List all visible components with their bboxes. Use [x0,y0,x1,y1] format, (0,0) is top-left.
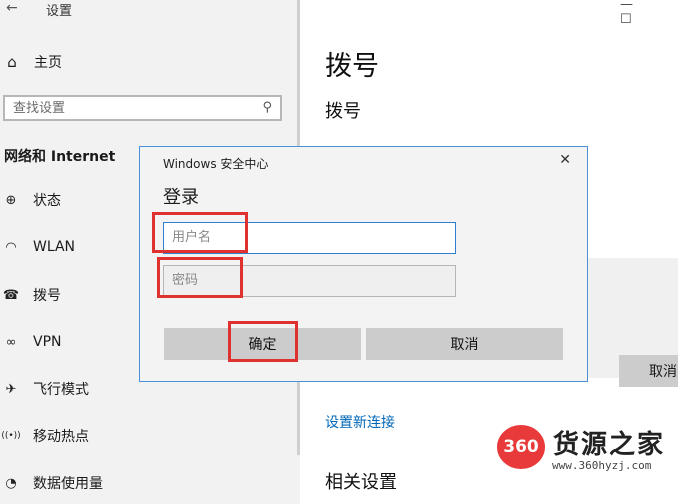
globe-icon: ⊕ [5,192,17,208]
watermark-logo: 360 [497,425,545,469]
section-heading: 拨号 [325,101,361,122]
sidebar-item-label: 主页 [34,55,62,71]
sidebar-item-label: 飞行模式 [33,382,89,398]
dialup-icon: ☎ [2,287,20,303]
search-box[interactable]: ⚲ [3,95,282,121]
new-connection-link[interactable]: 设置新连接 [325,412,395,432]
home-icon: ⌂ [7,53,17,71]
data-usage-icon: ◔ [5,475,17,491]
username-input[interactable] [164,223,442,251]
password-field[interactable] [163,265,456,297]
dialog-cancel-button[interactable]: 取消 [366,328,563,360]
back-arrow-icon[interactable]: ← [6,0,18,16]
security-dialog: Windows 安全中心 ✕ 登录 确定 取消 [139,146,588,382]
sidebar-item-label: 数据使用量 [33,476,103,492]
sidebar-item-label: 拨号 [33,288,61,304]
sidebar-item-label: 状态 [33,193,61,209]
related-settings-heading: 相关设置 [325,472,397,493]
window-title: 设置 [46,4,73,19]
sidebar-item-home[interactable]: ⌂ 主页 [0,48,290,76]
maximize-icon[interactable]: ☐ [620,12,632,27]
username-field[interactable] [163,222,456,254]
cancel-button[interactable]: 取消 [619,355,678,387]
ok-button[interactable]: 确定 [164,328,361,360]
vpn-icon: ∞ [5,334,17,350]
search-input[interactable] [5,97,253,120]
close-icon[interactable]: ✕ [559,152,571,168]
sidebar-item-label: WLAN [33,239,76,255]
hotspot-icon: ((•)) [1,431,21,441]
sidebar-item-label: VPN [33,334,62,350]
wifi-icon: ◠ [5,239,17,255]
page-title: 拨号 [325,51,379,82]
sidebar-item-label: 移动热点 [33,429,89,445]
password-input[interactable] [164,266,442,294]
dialog-heading: 登录 [163,187,199,208]
search-icon[interactable]: ⚲ [262,100,272,115]
sidebar-item-data-usage[interactable]: ◔ 数据使用量 [0,468,290,498]
dialog-title: Windows 安全中心 [163,157,269,171]
section-title: 网络和 Internet [4,149,116,165]
airplane-icon: ✈ [5,381,17,397]
minimize-icon[interactable]: — [620,0,633,12]
watermark-url: www.360hyzj.com [552,459,652,472]
sidebar-item-hotspot[interactable]: ((•)) 移动热点 [0,421,290,451]
window-controls: —☐ [620,0,678,27]
watermark-name: 货源之家 [553,430,666,460]
